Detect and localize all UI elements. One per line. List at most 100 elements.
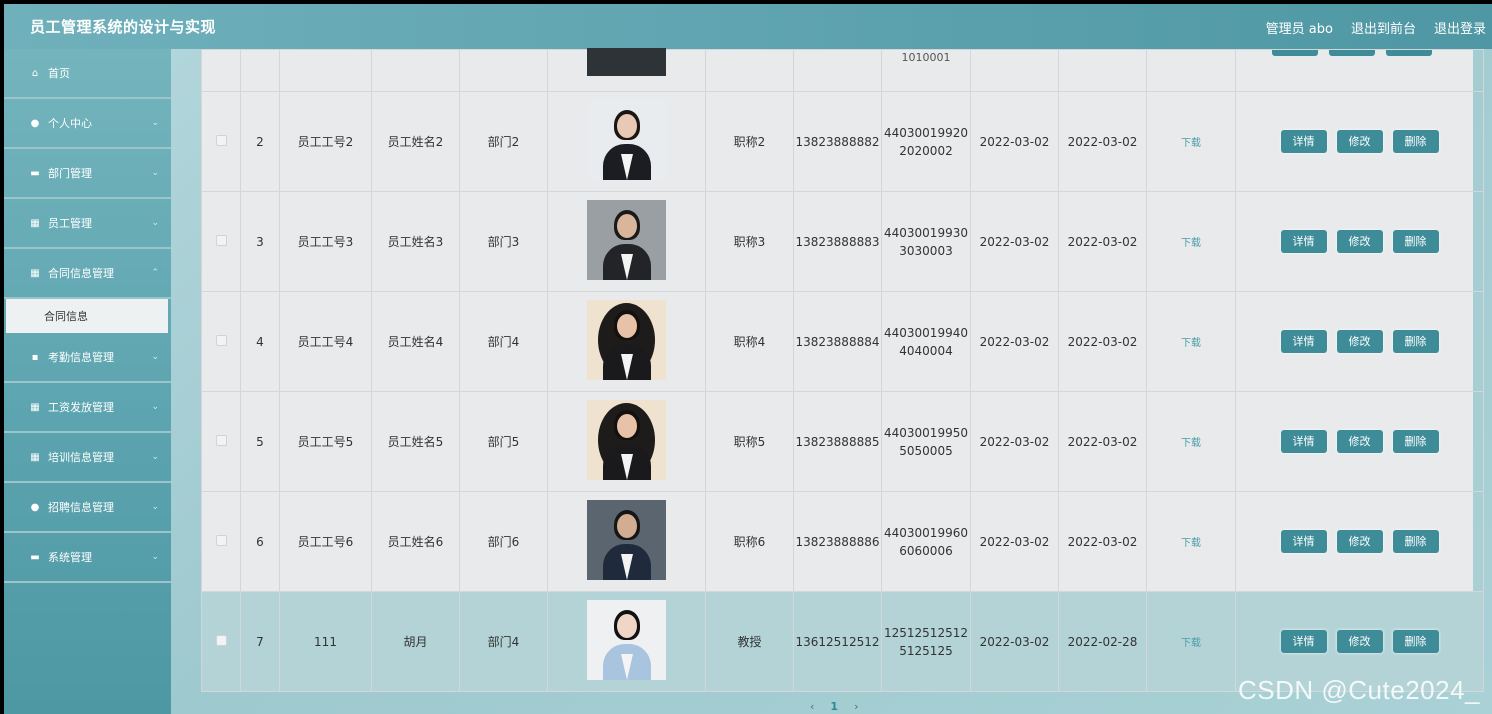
prev-page-button[interactable]: ‹ bbox=[810, 700, 814, 713]
table-row: 4 员工工号4 员工姓名4 部门4 职称4 13823888884 44030019940 4… bbox=[201, 291, 1484, 392]
edit-button[interactable]: 修改 bbox=[1336, 430, 1383, 453]
app-window: 员工管理系统的设计与实现 管理员 abo 退出到前台 退出登录 ⌂ 首页 ● 个… bbox=[4, 4, 1492, 714]
employee-number: 员工工号3 bbox=[279, 191, 372, 292]
chevron-down-icon: ⌄ bbox=[151, 168, 159, 178]
id-number-partial: 1010001 bbox=[901, 50, 951, 64]
pagination: ‹ 1 › bbox=[810, 700, 858, 713]
delete-button[interactable]: 删除 bbox=[1392, 430, 1439, 453]
download-link[interactable]: 下载 bbox=[1181, 138, 1201, 149]
row-checkbox[interactable] bbox=[215, 234, 227, 246]
delete-button[interactable]: 删除 bbox=[1392, 130, 1439, 153]
employee-name: 员工姓名4 bbox=[371, 291, 460, 392]
employee-number: 员工工号4 bbox=[279, 291, 372, 392]
detail-button[interactable]: 详情 bbox=[1280, 630, 1327, 653]
department: 部门2 bbox=[459, 91, 548, 192]
download-link[interactable]: 下载 bbox=[1181, 238, 1201, 249]
contract-table: 1010001 2 员工工号2 员工姓名2 部门2 职称2 13823888882 4403… bbox=[201, 48, 1484, 692]
sidebar-item-employee[interactable]: ▦ 员工管理 ⌄ bbox=[4, 199, 171, 249]
employee-name: 胡月 bbox=[371, 591, 460, 692]
edit-button[interactable]: 修改 bbox=[1336, 330, 1383, 353]
edit-button[interactable]: 修改 bbox=[1336, 530, 1383, 553]
download-link[interactable]: 下载 bbox=[1181, 638, 1201, 649]
employee-photo bbox=[587, 400, 666, 480]
job-title: 职称5 bbox=[705, 391, 794, 492]
detail-button[interactable]: 详情 bbox=[1280, 230, 1327, 253]
sidebar-item-personal-center[interactable]: ● 个人中心 ⌄ bbox=[4, 99, 171, 149]
app-title: 员工管理系统的设计与实现 bbox=[30, 18, 217, 36]
sidebar-item-label: 合同信息管理 bbox=[48, 267, 114, 280]
delete-button[interactable]: 删除 bbox=[1392, 330, 1439, 353]
id-number: 44030019930 3030003 bbox=[881, 191, 971, 292]
employee-name: 员工姓名3 bbox=[371, 191, 460, 292]
grid-icon: ▦ bbox=[30, 451, 40, 463]
id-number-line2: 4040004 bbox=[899, 343, 953, 358]
row-number: 3 bbox=[240, 191, 280, 292]
edit-button[interactable]: 修改 bbox=[1336, 630, 1383, 653]
detail-button[interactable]: 详情 bbox=[1280, 530, 1327, 553]
sidebar-item-contract[interactable]: ▦ 合同信息管理 ⌃ bbox=[4, 249, 171, 299]
submenu-item-contract-info[interactable]: 合同信息 bbox=[6, 299, 168, 333]
id-number-line1: 12512512512 bbox=[884, 625, 968, 640]
grid-icon: ▦ bbox=[30, 217, 40, 229]
employee-name: 员工姓名6 bbox=[371, 491, 460, 592]
detail-button[interactable]: 详情 bbox=[1280, 430, 1327, 453]
admin-user-link[interactable]: 管理员 abo bbox=[1266, 18, 1333, 37]
id-number-line2: 5050005 bbox=[899, 443, 953, 458]
phone-number: 13823888883 bbox=[793, 191, 882, 292]
start-date: 2022-03-02 bbox=[970, 191, 1059, 292]
download-link[interactable]: 下载 bbox=[1181, 338, 1201, 349]
sidebar-item-system[interactable]: ▬ 系统管理 ⌄ bbox=[4, 533, 171, 583]
sidebar-item-training[interactable]: ▦ 培训信息管理 ⌄ bbox=[4, 433, 171, 483]
employee-photo bbox=[587, 48, 666, 76]
detail-button[interactable]: 详情 bbox=[1280, 130, 1327, 153]
logout-link[interactable]: 退出登录 bbox=[1434, 18, 1486, 37]
table-row: 6 员工工号6 员工姓名6 部门6 职称6 13823888886 44030019960 6… bbox=[201, 491, 1484, 592]
edit-button[interactable]: 修改 bbox=[1336, 230, 1383, 253]
row-checkbox[interactable] bbox=[215, 634, 227, 646]
sidebar-item-recruitment[interactable]: ● 招聘信息管理 ⌄ bbox=[4, 483, 171, 533]
sidebar-item-department[interactable]: ▬ 部门管理 ⌄ bbox=[4, 149, 171, 199]
sidebar: ⌂ 首页 ● 个人中心 ⌄ ▬ 部门管理 ⌄ ▦ 员工管理 ⌄ ▦ 合同信息管理… bbox=[4, 49, 171, 714]
end-date: 2022-03-02 bbox=[1058, 291, 1147, 392]
sidebar-item-home[interactable]: ⌂ 首页 bbox=[4, 49, 171, 99]
start-date: 2022-03-02 bbox=[970, 391, 1059, 492]
row-checkbox[interactable] bbox=[215, 434, 227, 446]
exit-to-front-link[interactable]: 退出到前台 bbox=[1351, 18, 1416, 37]
phone-number: 13823888884 bbox=[793, 291, 882, 392]
id-number-line1: 44030019960 bbox=[884, 525, 968, 540]
sidebar-item-label: 员工管理 bbox=[48, 217, 92, 230]
grid-icon: ▦ bbox=[30, 401, 40, 413]
sidebar-item-salary[interactable]: ▦ 工资发放管理 ⌄ bbox=[4, 383, 171, 433]
end-date: 2022-03-02 bbox=[1058, 91, 1147, 192]
job-title: 职称6 bbox=[705, 491, 794, 592]
edit-button[interactable]: 修改 bbox=[1336, 130, 1383, 153]
sidebar-item-attendance[interactable]: ▪ 考勤信息管理 ⌄ bbox=[4, 333, 171, 383]
download-link[interactable]: 下载 bbox=[1181, 438, 1201, 449]
job-title: 职称4 bbox=[705, 291, 794, 392]
edit-button[interactable] bbox=[1329, 50, 1375, 56]
row-checkbox[interactable] bbox=[215, 334, 227, 346]
delete-button[interactable]: 删除 bbox=[1392, 530, 1439, 553]
download-link[interactable]: 下载 bbox=[1181, 538, 1201, 549]
table-panel: 1010001 2 员工工号2 员工姓名2 部门2 职称2 13823888882 4403… bbox=[201, 48, 1484, 692]
department: 部门5 bbox=[459, 391, 548, 492]
delete-button[interactable]: 删除 bbox=[1392, 630, 1439, 653]
next-page-button[interactable]: › bbox=[854, 700, 858, 713]
row-checkbox[interactable] bbox=[215, 534, 227, 546]
detail-button[interactable] bbox=[1272, 50, 1318, 56]
employee-photo bbox=[587, 300, 666, 380]
home-icon: ⌂ bbox=[31, 67, 39, 79]
page-number[interactable]: 1 bbox=[830, 700, 838, 713]
delete-button[interactable]: 删除 bbox=[1392, 230, 1439, 253]
row-checkbox[interactable] bbox=[215, 134, 227, 146]
employee-photo bbox=[587, 600, 666, 680]
row-number: 7 bbox=[240, 591, 280, 692]
sidebar-item-label: 考勤信息管理 bbox=[48, 351, 114, 364]
id-number-line2: 5125125 bbox=[899, 643, 953, 658]
delete-button[interactable] bbox=[1386, 50, 1432, 56]
top-bar: 员工管理系统的设计与实现 管理员 abo 退出到前台 退出登录 bbox=[4, 4, 1492, 49]
sidebar-item-label: 首页 bbox=[48, 67, 70, 80]
sidebar-item-label: 个人中心 bbox=[48, 117, 92, 130]
monitor-icon: ▬ bbox=[30, 551, 40, 563]
detail-button[interactable]: 详情 bbox=[1280, 330, 1327, 353]
